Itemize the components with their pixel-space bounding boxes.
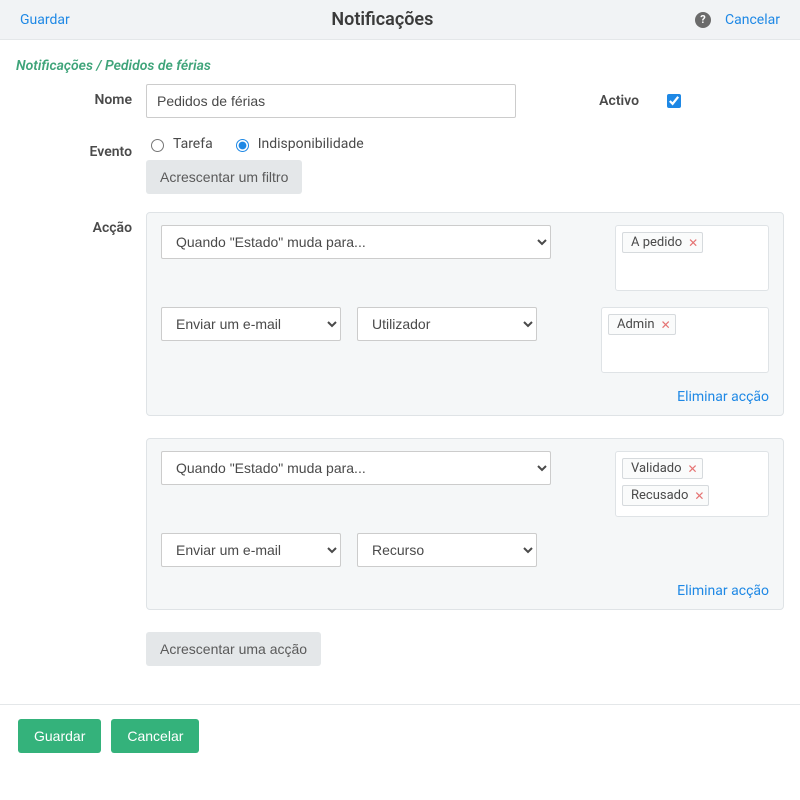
name-active-row: Activo [146, 84, 784, 118]
token-remove-icon[interactable]: ✕ [688, 237, 698, 249]
row-action: Acção Quando "Estado" muda para... A ped… [16, 212, 784, 666]
radio-unavailability[interactable] [236, 139, 249, 152]
token-label: Recusado [631, 488, 688, 503]
active-wrap: Activo [599, 91, 784, 111]
topbar-right: ? Cancelar [695, 12, 780, 28]
action1-condition-select[interactable]: Quando "Estado" muda para... [161, 225, 551, 259]
action1-condition-row: Quando "Estado" muda para... A pedido ✕ [161, 225, 769, 291]
radio-task[interactable] [151, 139, 164, 152]
event-option-unavailability[interactable]: Indisponibilidade [231, 136, 364, 152]
topbar-cancel-link[interactable]: Cancelar [725, 12, 780, 28]
content: Nome Activo Evento Tarefa Indispo [0, 84, 800, 704]
action-card-1: Quando "Estado" muda para... A pedido ✕ … [146, 212, 784, 416]
action1-do-select[interactable]: Enviar um e-mail [161, 307, 341, 341]
active-checkbox[interactable] [667, 94, 681, 108]
topbar-save-link[interactable]: Guardar [20, 12, 70, 28]
action-card-2: Quando "Estado" muda para... Validado ✕ … [146, 438, 784, 610]
help-icon[interactable]: ? [695, 12, 711, 28]
token-remove-icon[interactable]: ✕ [688, 463, 698, 475]
action2-target-select[interactable]: Recurso [357, 533, 537, 567]
add-filter-button[interactable]: Acrescentar um filtro [146, 160, 302, 194]
action1-footer: Eliminar acção [161, 389, 769, 405]
breadcrumb: Notificações / Pedidos de férias [0, 40, 800, 84]
row-name: Nome Activo [16, 84, 784, 118]
action2-condition-row: Quando "Estado" muda para... Validado ✕ … [161, 451, 769, 517]
action2-condition-select[interactable]: Quando "Estado" muda para... [161, 451, 551, 485]
token-validado: Validado ✕ [622, 458, 703, 479]
token-label: Admin [617, 317, 655, 332]
token-label: Validado [631, 461, 682, 476]
token-label: A pedido [631, 235, 682, 250]
radio-task-label: Tarefa [173, 136, 213, 152]
page-title: Notificações [331, 9, 433, 30]
action1-target-select[interactable]: Utilizador [357, 307, 537, 341]
action2-state-tokens[interactable]: Validado ✕ Recusado ✕ [615, 451, 769, 517]
label-name: Nome [16, 84, 146, 108]
footer-bar: Guardar Cancelar [0, 704, 800, 777]
field-event: Tarefa Indisponibilidade Acrescentar um … [146, 136, 784, 194]
footer-save-button[interactable]: Guardar [18, 719, 101, 753]
radio-unavailability-label: Indisponibilidade [258, 136, 364, 152]
event-radio-group: Tarefa Indisponibilidade [146, 136, 784, 152]
field-name: Activo [146, 84, 784, 118]
token-admin: Admin ✕ [608, 314, 676, 335]
label-active: Activo [599, 93, 639, 109]
add-action-button[interactable]: Acrescentar uma acção [146, 632, 321, 666]
topbar: Guardar Notificações ? Cancelar [0, 0, 800, 40]
delete-action-1[interactable]: Eliminar acção [677, 389, 769, 405]
event-option-task[interactable]: Tarefa [146, 136, 213, 152]
action2-do-select[interactable]: Enviar um e-mail [161, 533, 341, 567]
label-action: Acção [16, 212, 146, 236]
action1-do-row: Enviar um e-mail Utilizador Admin ✕ [161, 307, 769, 373]
row-event: Evento Tarefa Indisponibilidade Acrescen… [16, 136, 784, 194]
footer-cancel-button[interactable]: Cancelar [111, 719, 199, 753]
action1-target-tokens[interactable]: Admin ✕ [601, 307, 769, 373]
token-remove-icon[interactable]: ✕ [694, 490, 704, 502]
label-event: Evento [16, 136, 146, 160]
action2-footer: Eliminar acção [161, 583, 769, 599]
token-remove-icon[interactable]: ✕ [661, 319, 671, 331]
action2-do-row: Enviar um e-mail Recurso [161, 533, 769, 567]
token-recusado: Recusado ✕ [622, 485, 709, 506]
action1-state-tokens[interactable]: A pedido ✕ [615, 225, 769, 291]
name-input[interactable] [146, 84, 516, 118]
field-action: Quando "Estado" muda para... A pedido ✕ … [146, 212, 784, 666]
token-a-pedido: A pedido ✕ [622, 232, 703, 253]
delete-action-2[interactable]: Eliminar acção [677, 583, 769, 599]
